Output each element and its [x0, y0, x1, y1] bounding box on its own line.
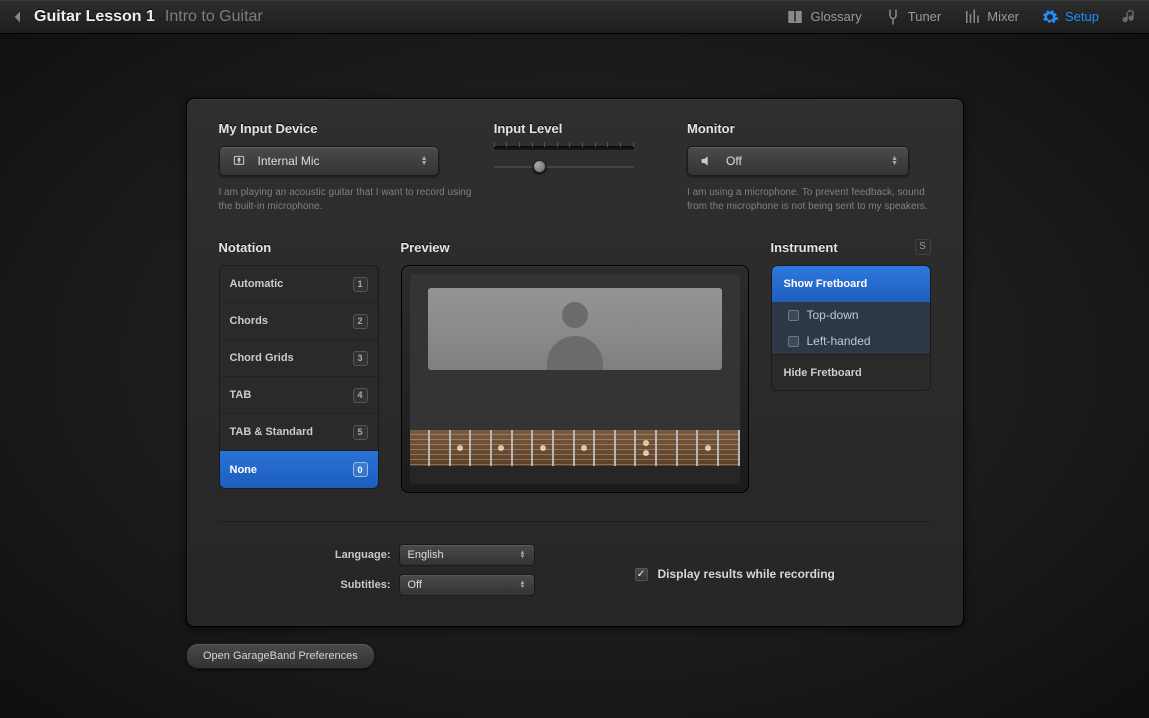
input-device-title: My Input Device [219, 121, 472, 136]
instrument-shortcut-badge: S [915, 239, 931, 255]
notation-chord-grids[interactable]: Chord Grids3 [220, 340, 378, 377]
preview-title: Preview [401, 240, 749, 255]
monitor-title: Monitor [687, 121, 930, 136]
open-preferences-button[interactable]: Open GarageBand Preferences [186, 643, 375, 669]
display-results-label: Display results while recording [658, 567, 835, 581]
lesson-subtitle: Intro to Guitar [165, 8, 263, 26]
subtitles-label: Subtitles: [313, 579, 391, 591]
notation-automatic[interactable]: Automatic1 [220, 266, 378, 303]
topbar-setup[interactable]: Setup [1041, 8, 1099, 26]
language-label: Language: [313, 549, 391, 561]
setup-panel: My Input Device Internal Mic ▲▼ I am pla… [186, 98, 964, 627]
music-note-icon [1121, 8, 1139, 26]
monitor-helper: I am using a microphone. To prevent feed… [687, 186, 930, 214]
stepper-icon: ▲▼ [891, 156, 898, 166]
show-fretboard[interactable]: Show Fretboard [772, 266, 930, 302]
display-results-checkbox[interactable]: ✓ [635, 568, 648, 581]
row-notation-preview: Notation Automatic1 Chords2 Chord Grids3… [219, 240, 931, 493]
fretboard-preview [410, 430, 740, 466]
option-left-handed[interactable]: Left-handed [772, 328, 930, 354]
mic-icon [230, 152, 248, 170]
checkbox-icon[interactable] [788, 310, 799, 321]
notation-title: Notation [219, 240, 379, 255]
instrument-title: Instrument [771, 240, 838, 255]
input-level-title: Input Level [494, 121, 669, 136]
notation-chords[interactable]: Chords2 [220, 303, 378, 340]
topbar: Guitar Lesson 1 Intro to Guitar Glossary… [0, 0, 1149, 34]
tuning-fork-icon [884, 8, 902, 26]
notation-list: Automatic1 Chords2 Chord Grids3 TAB4 TAB… [219, 265, 379, 489]
topbar-music[interactable] [1121, 8, 1139, 26]
notation-tab[interactable]: TAB4 [220, 377, 378, 414]
checkbox-icon[interactable] [788, 336, 799, 347]
input-level-slider[interactable] [494, 160, 634, 174]
option-top-down[interactable]: Top-down [772, 302, 930, 328]
hide-fretboard[interactable]: Hide Fretboard [772, 354, 930, 390]
notation-none[interactable]: None0 [220, 451, 378, 488]
row-language-settings: Language: English▲▼ Subtitles: Off▲▼ ✓ D… [219, 521, 931, 604]
mixer-icon [963, 8, 981, 26]
language-select[interactable]: English▲▼ [399, 544, 535, 566]
book-icon [786, 8, 804, 26]
topbar-tuner[interactable]: Tuner [884, 8, 941, 26]
preview-box [401, 265, 749, 493]
back-arrow-icon[interactable] [10, 9, 26, 25]
row-input-settings: My Input Device Internal Mic ▲▼ I am pla… [219, 121, 931, 214]
input-level-meter [494, 146, 634, 150]
instrument-list: Show Fretboard Top-down Left-handed Hide… [771, 265, 931, 391]
topbar-mixer[interactable]: Mixer [963, 8, 1019, 26]
stepper-icon: ▲▼ [421, 156, 428, 166]
instructor-placeholder [428, 288, 722, 370]
topbar-glossary[interactable]: Glossary [786, 8, 861, 26]
lesson-title: Guitar Lesson 1 [34, 8, 155, 26]
display-results-row[interactable]: ✓ Display results while recording [635, 567, 835, 581]
person-silhouette-icon [541, 294, 609, 370]
input-device-helper: I am playing an acoustic guitar that I w… [219, 186, 472, 214]
subtitles-select[interactable]: Off▲▼ [399, 574, 535, 596]
notation-tab-standard[interactable]: TAB & Standard5 [220, 414, 378, 451]
slider-thumb[interactable] [533, 160, 546, 173]
speaker-icon [698, 152, 716, 170]
input-device-select[interactable]: Internal Mic ▲▼ [219, 146, 439, 176]
monitor-select[interactable]: Off ▲▼ [687, 146, 909, 176]
gear-icon [1041, 8, 1059, 26]
